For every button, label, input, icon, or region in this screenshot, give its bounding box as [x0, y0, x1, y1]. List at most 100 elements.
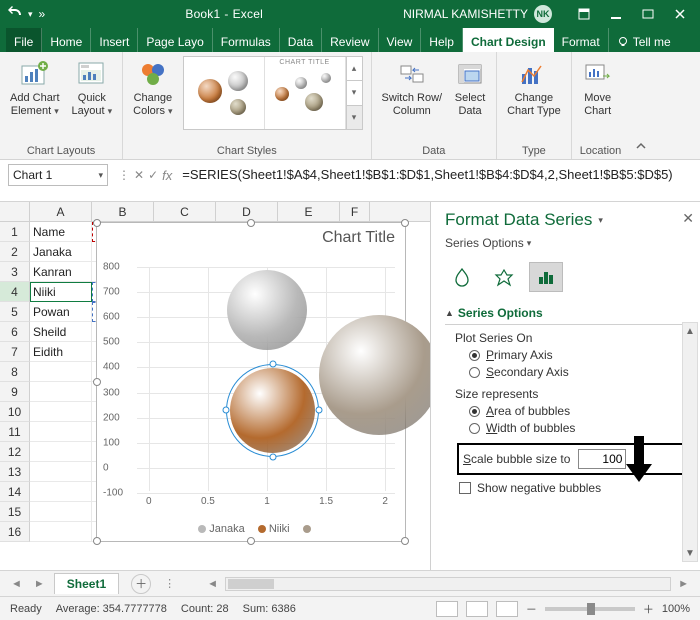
chart-style-1[interactable] — [184, 57, 265, 129]
cancel-icon[interactable]: ✕ — [134, 168, 144, 182]
row-header[interactable]: 2 — [0, 242, 30, 262]
zoom-in-icon[interactable]: ＋ — [643, 601, 654, 617]
chart-handle[interactable] — [401, 537, 409, 545]
effects-tab-icon[interactable] — [487, 262, 521, 292]
row-header[interactable]: 10 — [0, 402, 30, 422]
col-B[interactable]: B — [92, 202, 154, 221]
switch-row-column-button[interactable]: Switch Row/ Column — [380, 56, 445, 120]
series-options-tab-icon[interactable] — [529, 262, 563, 292]
embedded-chart[interactable]: Chart Title -100010020030040050060070080… — [96, 222, 406, 542]
chart-handle[interactable] — [93, 537, 101, 545]
chart-plot-area[interactable]: -100010020030040050060070080000.511.52 — [137, 267, 395, 491]
undo-more-icon[interactable]: ▾ — [28, 9, 33, 20]
ribbon-options-icon[interactable] — [570, 4, 598, 24]
change-colors-button[interactable]: Change Colors ▾ — [131, 56, 174, 120]
row-header[interactable]: 3 — [0, 262, 30, 282]
name-box[interactable]: Chart 1▾ — [8, 164, 108, 186]
pane-title-menu-icon[interactable]: ▾ — [598, 215, 603, 226]
row-header[interactable]: 1 — [0, 222, 30, 242]
col-E[interactable]: E — [278, 202, 340, 221]
cell[interactable]: Sheild — [30, 322, 92, 342]
row-header[interactable]: 12 — [0, 442, 30, 462]
row-header[interactable]: 14 — [0, 482, 30, 502]
tab-help[interactable]: Help — [421, 28, 463, 52]
chart-styles-gallery[interactable]: CHART TITLE ▴▾▾ — [183, 56, 363, 130]
tab-pagelayout[interactable]: Page Layo — [138, 28, 212, 52]
row-header[interactable]: 11 — [0, 422, 30, 442]
row-header[interactable]: 16 — [0, 522, 30, 542]
cell[interactable]: Niiki — [30, 282, 92, 302]
formula-input[interactable]: =SERIES(Sheet1!$A$4,Sheet1!$B$1:$D$1,She… — [182, 164, 692, 183]
collapse-ribbon-icon[interactable] — [629, 52, 653, 159]
sheet-nav-next-icon[interactable]: ► — [31, 578, 48, 590]
cell[interactable] — [30, 462, 92, 482]
row-header[interactable]: 6 — [0, 322, 30, 342]
sheet-tab-sheet1[interactable]: Sheet1 — [54, 573, 119, 594]
cell[interactable] — [30, 422, 92, 442]
maximize-icon[interactable] — [634, 4, 662, 24]
sheet-nav-prev-icon[interactable]: ◄ — [8, 578, 25, 590]
pane-subtitle[interactable]: Series Options ▾ — [445, 236, 690, 250]
scale-bubble-input[interactable] — [578, 449, 626, 469]
quick-layout-button[interactable]: Quick Layout ▾ — [70, 56, 115, 120]
select-all-corner[interactable] — [0, 202, 30, 221]
row-header[interactable]: 13 — [0, 462, 30, 482]
minimize-icon[interactable] — [602, 4, 630, 24]
tab-view[interactable]: View — [379, 28, 422, 52]
chart-legend[interactable]: Janaka Niiki — [97, 523, 405, 535]
chart-styles-more[interactable]: ▴▾▾ — [346, 57, 362, 129]
row-header[interactable]: 9 — [0, 382, 30, 402]
enter-icon[interactable]: ✓ — [148, 168, 158, 182]
col-A[interactable]: A — [30, 202, 92, 221]
series-options-header[interactable]: ▲Series Options — [445, 302, 690, 325]
tab-format[interactable]: Format — [554, 28, 609, 52]
cell[interactable]: Kanran — [30, 262, 92, 282]
cell[interactable] — [30, 402, 92, 422]
page-break-view-icon[interactable] — [496, 601, 518, 617]
undo-icon[interactable] — [6, 6, 22, 22]
chart-handle[interactable] — [93, 219, 101, 227]
zoom-out-icon[interactable]: － — [526, 601, 537, 617]
pane-scrollbar[interactable]: ▲▼ — [682, 322, 698, 562]
add-chart-element-button[interactable]: Add Chart Element ▾ — [8, 56, 62, 120]
primary-axis-radio[interactable]: Primary Axis — [469, 348, 690, 362]
cell[interactable]: Eidith — [30, 342, 92, 362]
chart-handle[interactable] — [93, 378, 101, 386]
secondary-axis-radio[interactable]: Secondary Axis — [469, 365, 690, 379]
new-sheet-button[interactable]: ＋ — [131, 574, 151, 594]
chart-handle[interactable] — [247, 537, 255, 545]
cell[interactable] — [30, 482, 92, 502]
close-icon[interactable] — [666, 4, 694, 24]
tab-file[interactable]: File — [6, 28, 42, 52]
col-F[interactable]: F — [340, 202, 370, 221]
tab-home[interactable]: Home — [42, 28, 91, 52]
tab-insert[interactable]: Insert — [91, 28, 138, 52]
row-header[interactable]: 15 — [0, 502, 30, 522]
tab-tellme[interactable]: Tell me — [609, 28, 679, 52]
cell[interactable] — [30, 382, 92, 402]
qat-more-icon[interactable]: » — [39, 7, 46, 21]
tab-formulas[interactable]: Formulas — [213, 28, 280, 52]
fill-line-tab-icon[interactable] — [445, 262, 479, 292]
tab-data[interactable]: Data — [280, 28, 322, 52]
cell[interactable] — [30, 502, 92, 522]
cell[interactable] — [30, 522, 92, 542]
area-of-bubbles-radio[interactable]: Area of bubbles — [469, 404, 690, 418]
cell[interactable] — [30, 442, 92, 462]
horizontal-scrollbar[interactable]: ◄► — [204, 577, 692, 591]
worksheet-grid[interactable]: A B C D E F 1NameProfitSalesShare2Janaka… — [0, 202, 430, 570]
row-header[interactable]: 7 — [0, 342, 30, 362]
normal-view-icon[interactable] — [436, 601, 458, 617]
row-header[interactable]: 4 — [0, 282, 30, 302]
zoom-level[interactable]: 100% — [662, 603, 690, 615]
cell[interactable]: Janaka — [30, 242, 92, 262]
bubble-janaka[interactable] — [227, 270, 307, 350]
col-C[interactable]: C — [154, 202, 216, 221]
pane-close-icon[interactable]: ✕ — [682, 210, 694, 227]
user-avatar[interactable]: NK — [534, 5, 552, 23]
tab-review[interactable]: Review — [322, 28, 378, 52]
change-chart-type-button[interactable]: Change Chart Type — [505, 56, 563, 120]
chart-handle[interactable] — [401, 219, 409, 227]
fx-icon[interactable]: fx — [162, 168, 172, 183]
width-of-bubbles-radio[interactable]: Width of bubbles — [469, 421, 690, 435]
